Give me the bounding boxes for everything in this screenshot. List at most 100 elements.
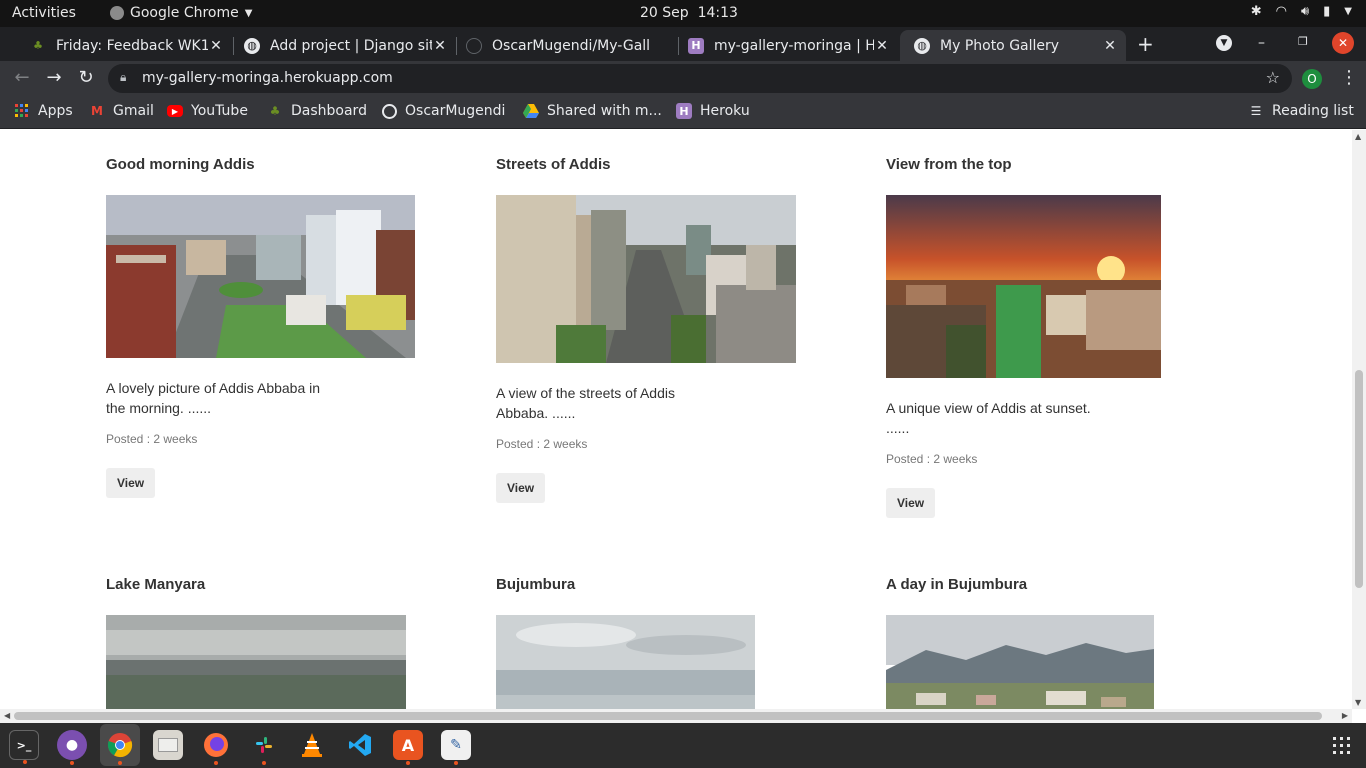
wifi-icon[interactable]: ◠ bbox=[1276, 4, 1287, 19]
page-viewport: Good morning Addis A lovely picture of A… bbox=[0, 130, 1352, 709]
close-icon[interactable]: ✕ bbox=[874, 38, 890, 54]
profile-avatar[interactable]: O bbox=[1302, 69, 1322, 89]
card-photo[interactable] bbox=[106, 195, 415, 358]
tab-heroku[interactable]: H my-gallery-moringa | He ✕ bbox=[674, 30, 898, 61]
tab-search-icon[interactable]: ▼ bbox=[1216, 35, 1232, 51]
tab-github-repo[interactable]: OscarMugendi/My-Gall bbox=[452, 30, 676, 61]
minimize-button[interactable]: – bbox=[1258, 35, 1265, 51]
youtube-icon: ▶ bbox=[167, 105, 183, 117]
card-posted: Posted : 2 weeks bbox=[496, 437, 588, 451]
firefox-icon[interactable] bbox=[201, 730, 231, 765]
tab-title: OscarMugendi/My-Gall bbox=[492, 37, 651, 54]
caret-down-icon: ▼ bbox=[244, 7, 253, 19]
slack-icon[interactable] bbox=[249, 730, 279, 765]
browser-toolbar: ← → ↻ 🔒︎ my-gallery-moringa.herokuapp.co… bbox=[0, 61, 1366, 95]
card-photo[interactable] bbox=[496, 195, 796, 363]
vscode-icon[interactable] bbox=[345, 730, 375, 760]
horizontal-scroll-thumb[interactable] bbox=[14, 712, 1322, 720]
back-arrow-icon[interactable]: ← bbox=[10, 67, 34, 88]
github-desktop-icon[interactable]: ● bbox=[57, 730, 87, 765]
close-icon[interactable]: ✕ bbox=[208, 38, 224, 54]
tab-title: Friday: Feedback WK14 bbox=[56, 37, 208, 54]
reading-list-button[interactable]: ☰ Reading list bbox=[1248, 103, 1354, 119]
lock-icon[interactable]: 🔒︎ bbox=[120, 70, 126, 85]
card-photo[interactable] bbox=[886, 615, 1154, 709]
text-editor-icon[interactable]: ✎ bbox=[441, 730, 471, 765]
vertical-scroll-thumb[interactable] bbox=[1355, 370, 1363, 588]
activities-button[interactable]: Activities bbox=[12, 5, 76, 21]
scroll-right-arrow-icon[interactable]: ▶ bbox=[1342, 711, 1348, 720]
address-bar[interactable]: 🔒︎ my-gallery-moringa.herokuapp.com ☆ bbox=[108, 64, 1292, 93]
bookmark-dashboard[interactable]: ♣ Dashboard bbox=[267, 103, 367, 119]
reading-list-label: Reading list bbox=[1272, 103, 1354, 119]
app-menu-label: Google Chrome bbox=[130, 5, 239, 21]
time-label: 14:13 bbox=[697, 5, 738, 21]
card-description: A lovely picture of Addis Abbaba in the … bbox=[106, 380, 321, 416]
plant-icon: ♣ bbox=[269, 104, 281, 118]
bookmark-oscarmugendi[interactable]: OscarMugendi bbox=[382, 103, 505, 119]
scroll-up-arrow-icon[interactable]: ▲ bbox=[1355, 132, 1361, 141]
power-menu-caret-icon[interactable]: ▼ bbox=[1344, 6, 1352, 17]
gallery-card: Bujumbura bbox=[496, 576, 755, 709]
reload-icon[interactable]: ↻ bbox=[74, 67, 98, 88]
clock[interactable]: 20 Sep 14:13 bbox=[640, 5, 738, 21]
volume-icon[interactable]: 🔊︎ bbox=[1301, 4, 1309, 19]
slack-tray-icon[interactable]: ✱ bbox=[1251, 4, 1262, 19]
tab-title: my-gallery-moringa | He bbox=[714, 37, 874, 54]
scroll-down-arrow-icon[interactable]: ▼ bbox=[1355, 698, 1361, 707]
card-title: Streets of Addis bbox=[496, 156, 611, 173]
reading-list-icon: ☰ bbox=[1250, 104, 1262, 118]
gallery-card: Streets of Addis A view of the streets o… bbox=[496, 156, 796, 503]
vlc-icon[interactable] bbox=[297, 730, 327, 760]
bookmark-heroku[interactable]: H Heroku bbox=[676, 103, 750, 119]
bookmark-label: Dashboard bbox=[291, 103, 367, 119]
software-center-icon[interactable]: A bbox=[393, 730, 423, 765]
bookmark-gmail[interactable]: M Gmail bbox=[89, 103, 154, 119]
view-button[interactable]: View bbox=[106, 468, 156, 498]
view-button[interactable]: View bbox=[496, 473, 546, 503]
card-photo[interactable] bbox=[106, 615, 406, 709]
scroll-left-arrow-icon[interactable]: ◀ bbox=[4, 711, 10, 720]
forward-arrow-icon[interactable]: → bbox=[42, 67, 66, 88]
bookmark-apps[interactable]: Apps bbox=[14, 103, 73, 119]
github-icon bbox=[466, 37, 482, 54]
bookmark-label: YouTube bbox=[191, 103, 248, 119]
card-posted: Posted : 2 weeks bbox=[886, 452, 978, 466]
tab-title: Add project | Django sit bbox=[270, 37, 432, 54]
battery-icon[interactable]: ▮ bbox=[1323, 4, 1330, 19]
bookmark-youtube[interactable]: ▶ YouTube bbox=[167, 103, 248, 119]
horizontal-scrollbar[interactable]: ◀ ▶ bbox=[0, 709, 1352, 723]
restore-button[interactable]: ❐ bbox=[1298, 35, 1308, 48]
card-title: A day in Bujumbura bbox=[886, 576, 1028, 593]
window-close-button[interactable]: ✕ bbox=[1332, 32, 1354, 54]
url-text[interactable]: my-gallery-moringa.herokuapp.com bbox=[142, 70, 393, 86]
kebab-menu-icon[interactable]: ⋮ bbox=[1340, 67, 1358, 88]
chrome-icon[interactable] bbox=[105, 730, 135, 765]
system-tray[interactable]: ✱ ◠ 🔊︎ ▮ ▼ bbox=[1251, 4, 1352, 19]
bookmark-star-icon[interactable]: ☆ bbox=[1266, 68, 1280, 87]
close-icon[interactable]: ✕ bbox=[1102, 38, 1118, 54]
globe-icon: ◍ bbox=[244, 37, 260, 54]
show-applications-icon[interactable] bbox=[1333, 737, 1351, 755]
bookmark-label: Gmail bbox=[113, 103, 154, 119]
card-photo[interactable] bbox=[886, 195, 1161, 378]
app-menu[interactable]: Google Chrome ▼ bbox=[110, 5, 252, 21]
card-title: View from the top bbox=[886, 156, 1012, 173]
new-tab-button[interactable]: + bbox=[1137, 32, 1154, 56]
close-icon[interactable]: ✕ bbox=[432, 38, 448, 54]
card-photo[interactable] bbox=[496, 615, 755, 709]
bookmark-shared-with-me[interactable]: Shared with m... bbox=[523, 103, 662, 119]
date-label: 20 Sep bbox=[640, 5, 689, 21]
bookmark-label: Apps bbox=[38, 103, 73, 119]
files-icon[interactable] bbox=[153, 730, 183, 760]
tab-feedback[interactable]: ♣ Friday: Feedback WK14 ✕ bbox=[16, 30, 232, 61]
tab-my-photo-gallery[interactable]: ◍ My Photo Gallery ✕ bbox=[900, 30, 1126, 61]
vertical-scrollbar[interactable]: ▲ ▼ bbox=[1352, 130, 1366, 709]
gallery-card: A day in Bujumbura bbox=[886, 576, 1154, 709]
view-button[interactable]: View bbox=[886, 488, 936, 518]
terminal-icon[interactable]: >_ bbox=[9, 730, 39, 764]
bookmark-label: OscarMugendi bbox=[405, 103, 506, 119]
card-description: A unique view of Addis at sunset. ...... bbox=[886, 400, 1091, 436]
gallery-card: Lake Manyara bbox=[106, 576, 406, 709]
tab-add-project[interactable]: ◍ Add project | Django sit ✕ bbox=[230, 30, 456, 61]
